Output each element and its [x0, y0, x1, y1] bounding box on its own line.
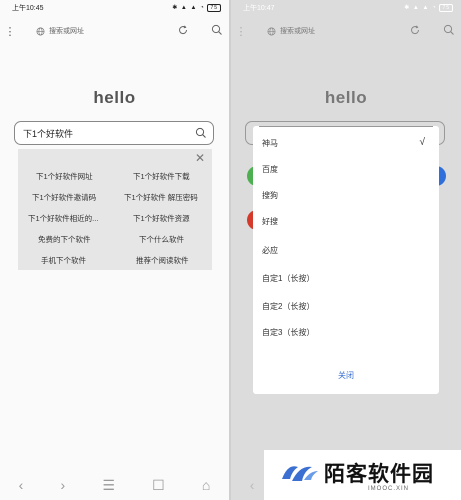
url-placeholder: 搜索或网址	[280, 28, 315, 35]
home-logo: hello	[324, 88, 368, 107]
status-icons: ✱ ▲ ▲ ◔ 75	[172, 4, 221, 12]
site-watermark: 陌客软件园 IMOOC.XIN	[264, 450, 461, 500]
url-input[interactable]: 搜索或网址	[26, 22, 160, 40]
engine-option[interactable]: 自定2（长按）	[262, 301, 314, 312]
left-screen: 上午10:45 ✱ ▲ ▲ ◔ 75 ⋮ 搜索或网址 hello 下1个好软件 …	[0, 0, 229, 500]
suggestion-item[interactable]: 下1个好软件下载	[133, 171, 190, 182]
suggestion-item[interactable]: 推荐个阅读软件	[136, 255, 189, 266]
watermark-subtitle: IMOOC.XIN	[368, 486, 410, 492]
suggestion-item[interactable]: 下个什么软件	[139, 234, 184, 245]
back-icon[interactable]: ‹	[250, 477, 255, 493]
refresh-icon[interactable]	[177, 24, 189, 36]
suggestion-panel: ✕ 下1个好软件网址 下1个好软件下载 下1个好软件邀请码 下1个好软件 解压密…	[18, 149, 212, 270]
url-input[interactable]: 搜索或网址	[257, 22, 391, 40]
back-icon[interactable]: ‹	[19, 477, 24, 493]
suggestion-item[interactable]: 手机下个软件	[41, 255, 86, 266]
suggestion-item[interactable]: 下1个好软件邀请码	[32, 192, 96, 203]
watermark-logo-icon	[282, 466, 318, 481]
right-screen: 上午10:47 ✱ ▲ ▲ ◔ 75 ⋮ 搜索或网址 hello 神马 √ 百度…	[231, 0, 461, 500]
search-engine-dialog: 神马 √ 百度 搜狗 好搜 必应 自定1（长按） 自定2（长按） 自定3（长按）…	[253, 126, 439, 394]
address-bar: ⋮ 搜索或网址	[0, 18, 229, 44]
battery-icon: 75	[439, 4, 453, 12]
watermark-title: 陌客软件园	[324, 462, 434, 486]
battery-icon: 75	[207, 4, 221, 12]
search-icon[interactable]	[211, 24, 223, 36]
dialog-close-button[interactable]: 关闭	[253, 370, 439, 381]
suggestion-item[interactable]: 下1个好软件网址	[36, 171, 93, 182]
menu-icon[interactable]: ⋮	[231, 25, 251, 38]
refresh-icon[interactable]	[409, 24, 421, 36]
engine-option[interactable]: 自定3（长按）	[262, 327, 314, 338]
menu-list-icon[interactable]: ☰	[102, 477, 115, 494]
status-bar: 上午10:47 ✱ ▲ ▲ ◔ 75	[231, 0, 461, 16]
status-time: 上午10:45	[12, 5, 44, 12]
status-time: 上午10:47	[243, 5, 275, 12]
address-bar: ⋮ 搜索或网址	[231, 18, 461, 44]
bottom-nav: ‹ › ☰ ☐ ⌂	[0, 470, 229, 500]
screenshot-pair: 上午10:45 ✱ ▲ ▲ ◔ 75 ⋮ 搜索或网址 hello 下1个好软件 …	[0, 0, 461, 500]
suggestion-item[interactable]: 免费的下个软件	[38, 234, 91, 245]
search-icon[interactable]	[443, 24, 455, 36]
tabs-icon[interactable]: ☐	[152, 477, 165, 494]
home-logo: hello	[93, 88, 136, 107]
checkmark-icon: √	[419, 137, 426, 148]
status-icons: ✱ ▲ ▲ ◔ 75	[404, 4, 453, 12]
menu-icon[interactable]: ⋮	[0, 25, 20, 38]
home-icon[interactable]: ⌂	[202, 477, 210, 493]
globe-icon	[36, 27, 45, 35]
close-suggestions-icon[interactable]: ✕	[194, 152, 206, 164]
status-bar: 上午10:45 ✱ ▲ ▲ ◔ 75	[0, 0, 229, 16]
engine-option[interactable]: 必应	[262, 245, 278, 256]
suggestion-item[interactable]: 下1个好软件资源	[133, 213, 190, 224]
engine-option[interactable]: 神马	[262, 138, 278, 149]
engine-option[interactable]: 百度	[262, 164, 278, 175]
globe-icon	[267, 27, 276, 35]
url-placeholder: 搜索或网址	[49, 28, 84, 35]
search-submit-icon[interactable]	[195, 127, 207, 139]
suggestion-item[interactable]: 下1个好软件相近的...	[28, 213, 98, 224]
dialog-divider	[259, 126, 433, 127]
forward-icon[interactable]: ›	[60, 477, 65, 493]
search-input[interactable]: 下1个好软件	[14, 121, 214, 145]
search-value: 下1个好软件	[23, 128, 74, 139]
engine-option[interactable]: 搜狗	[262, 190, 278, 201]
engine-option[interactable]: 自定1（长按）	[262, 273, 314, 284]
engine-option[interactable]: 好搜	[262, 216, 278, 227]
suggestion-item[interactable]: 下1个好软件 解压密码	[124, 192, 198, 203]
